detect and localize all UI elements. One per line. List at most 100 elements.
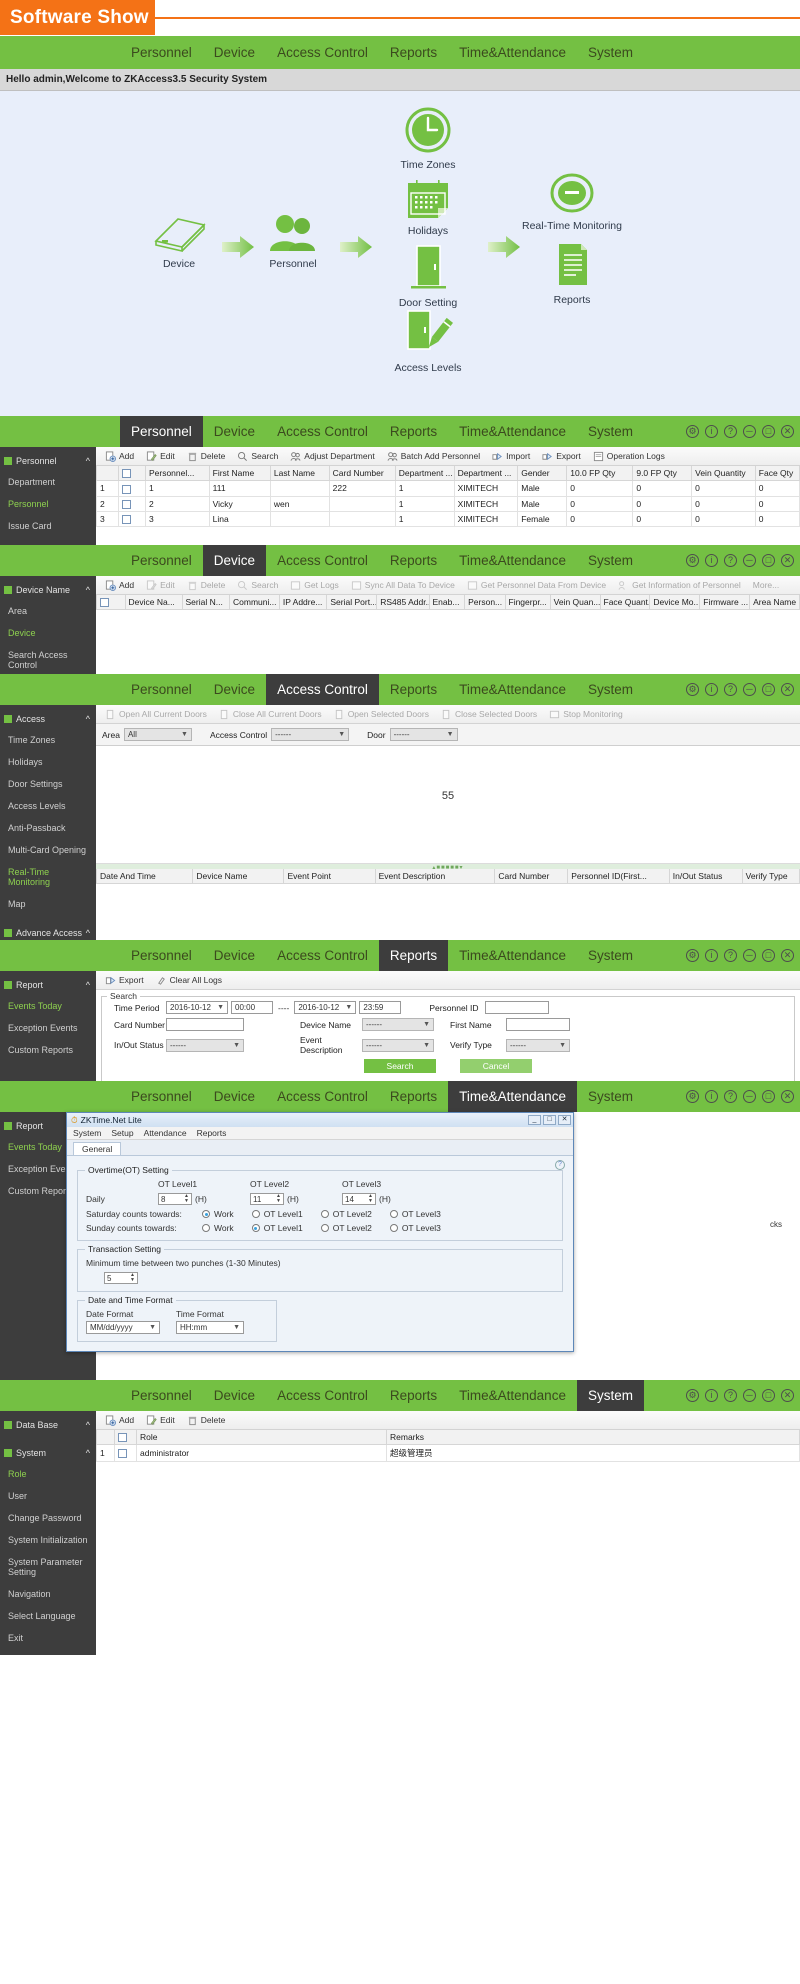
close-icon[interactable]: ✕ — [781, 683, 794, 696]
tab-time-attendance[interactable]: Time&Attendance — [448, 545, 577, 576]
help-icon[interactable]: ? — [724, 425, 737, 438]
tab-time-attendance[interactable]: Time&Attendance — [448, 940, 577, 971]
saturday-option-work[interactable]: Work — [202, 1209, 234, 1219]
tab-access-control[interactable]: Access Control — [266, 674, 379, 705]
date-from-input[interactable]: 2016-10-12▼ — [166, 1001, 228, 1014]
saturday-option-ot3[interactable]: OT Level3 — [390, 1209, 441, 1219]
delete-button[interactable]: Delete — [182, 451, 231, 462]
device-name-select[interactable]: ------▼ — [362, 1018, 434, 1031]
add-button[interactable]: Add — [100, 580, 139, 591]
sidebar-item-area[interactable]: Area — [0, 600, 96, 622]
th-serial-number[interactable]: Serial N... — [182, 595, 230, 610]
tab-reports[interactable]: Reports — [379, 545, 448, 576]
help-icon[interactable]: ? — [724, 949, 737, 962]
sidebar-item-real-time-monitoring[interactable]: Real-Time Monitoring — [0, 861, 96, 893]
expand-icon[interactable]: ^ — [86, 928, 90, 938]
sidebar-item-time-zones[interactable]: Time Zones — [0, 729, 96, 751]
flow-node-door-setting[interactable]: Door Setting — [373, 244, 483, 309]
th-checkbox[interactable] — [97, 595, 126, 610]
sunday-option-ot1[interactable]: OT Level1 — [252, 1223, 303, 1233]
daily-ot2-input[interactable]: 11▲▼ — [250, 1193, 284, 1205]
flow-node-reports[interactable]: Reports — [517, 241, 627, 306]
close-icon[interactable]: ✕ — [781, 554, 794, 567]
select-all-checkbox[interactable] — [118, 1433, 127, 1442]
flow-node-real-time-monitoring[interactable]: Real-Time Monitoring — [517, 173, 627, 232]
th-device-name[interactable]: Device Name — [193, 869, 284, 884]
row-checkbox[interactable] — [122, 485, 131, 494]
stop-monitoring-button[interactable]: Stop Monitoring — [544, 709, 628, 720]
info-icon[interactable]: i — [705, 1090, 718, 1103]
date-to-input[interactable]: 2016-10-12▼ — [294, 1001, 356, 1014]
edit-button[interactable]: Edit — [141, 451, 180, 462]
sidebar-item-holidays[interactable]: Holidays — [0, 751, 96, 773]
th-communication[interactable]: Communi... — [230, 595, 280, 610]
tab-device[interactable]: Device — [203, 1380, 266, 1411]
radio-icon[interactable] — [390, 1224, 398, 1232]
th-last-name[interactable]: Last Name — [270, 466, 329, 481]
add-button[interactable]: Add — [100, 1415, 139, 1426]
radio-icon[interactable] — [390, 1210, 398, 1218]
sidebar-item-exception-events[interactable]: Exception Events — [0, 1017, 96, 1039]
help-icon[interactable]: ? — [724, 1389, 737, 1402]
nav-item-reports[interactable]: Reports — [379, 36, 448, 69]
sidebar-item-door-settings[interactable]: Door Settings — [0, 773, 96, 795]
help-icon[interactable]: ? — [555, 1160, 565, 1170]
select-all-checkbox[interactable] — [100, 598, 109, 607]
tab-personnel[interactable]: Personnel — [120, 1081, 203, 1112]
row-checkbox-cell[interactable] — [119, 481, 146, 496]
sidebar-item-system-initialization[interactable]: System Initialization — [0, 1529, 96, 1551]
personnel-id-input[interactable] — [485, 1001, 549, 1014]
get-logs-button[interactable]: Get Logs — [285, 580, 344, 591]
collapse-icon[interactable]: ^ — [86, 714, 90, 724]
row-checkbox[interactable] — [122, 500, 131, 509]
flow-node-access-levels[interactable]: Access Levels — [373, 309, 483, 374]
minimize-icon[interactable]: ─ — [743, 1389, 756, 1402]
tab-time-attendance[interactable]: Time&Attendance — [448, 416, 577, 447]
batch-add-personnel-button[interactable]: Batch Add Personnel — [382, 451, 485, 462]
collapse-icon[interactable]: ^ — [86, 980, 90, 990]
menu-attendance[interactable]: Attendance — [144, 1128, 187, 1138]
export-button[interactable]: Export — [100, 975, 149, 986]
sidebar-item-events-today[interactable]: Events Today — [0, 995, 96, 1017]
export-button[interactable]: Export — [537, 451, 586, 462]
help-icon[interactable]: ? — [724, 1090, 737, 1103]
collapse-icon[interactable]: ^ — [86, 456, 90, 466]
sidebar-item-system-parameter-setting[interactable]: System Parameter Setting — [0, 1551, 96, 1583]
adjust-department-button[interactable]: Adjust Department — [285, 451, 379, 462]
close-icon[interactable]: ✕ — [781, 425, 794, 438]
tab-personnel[interactable]: Personnel — [120, 416, 203, 447]
tab-reports[interactable]: Reports — [379, 1380, 448, 1411]
date-format-select[interactable]: MM/dd/yyyy▼ — [86, 1321, 160, 1334]
saturday-option-ot1[interactable]: OT Level1 — [252, 1209, 303, 1219]
maximize-icon[interactable]: □ — [762, 949, 775, 962]
nav-item-time-attendance[interactable]: Time&Attendance — [448, 36, 577, 69]
info-icon[interactable]: i — [705, 1389, 718, 1402]
row-checkbox-cell[interactable] — [119, 496, 146, 511]
th-fingerprint[interactable]: Fingerpr... — [505, 595, 550, 610]
radio-icon[interactable] — [252, 1210, 260, 1218]
tab-device[interactable]: Device — [203, 1081, 266, 1112]
tab-personnel[interactable]: Personnel — [120, 545, 203, 576]
tab-access-control[interactable]: Access Control — [266, 1380, 379, 1411]
sidebar-item-role[interactable]: Role — [0, 1463, 96, 1485]
tab-reports[interactable]: Reports — [379, 674, 448, 705]
saturday-option-ot2[interactable]: OT Level2 — [321, 1209, 372, 1219]
minimize-icon[interactable]: ─ — [743, 683, 756, 696]
th-department-name[interactable]: Department ... — [454, 466, 518, 481]
expand-icon[interactable]: ^ — [86, 1420, 90, 1430]
first-name-input[interactable] — [506, 1018, 570, 1031]
delete-button[interactable]: Delete — [182, 1415, 231, 1426]
inout-status-select[interactable]: ------▼ — [166, 1039, 244, 1052]
time-from-input[interactable]: 00:00 — [231, 1001, 273, 1014]
th-face-quantity[interactable]: Face Quant... — [600, 595, 650, 610]
maximize-icon[interactable]: □ — [762, 425, 775, 438]
table-row[interactable]: 3 3 Lina 1 XIMITECH Female 0 0 0 0 — [97, 511, 800, 526]
tab-device[interactable]: Device — [203, 940, 266, 971]
card-number-input[interactable] — [166, 1018, 244, 1031]
tab-device[interactable]: Device — [203, 545, 266, 576]
clear-all-logs-button[interactable]: Clear All Logs — [151, 975, 227, 986]
th-personnel[interactable]: Person... — [465, 595, 505, 610]
more-button[interactable]: More... — [748, 580, 784, 590]
select-all-checkbox[interactable] — [122, 469, 131, 478]
tab-system[interactable]: System — [577, 545, 644, 576]
